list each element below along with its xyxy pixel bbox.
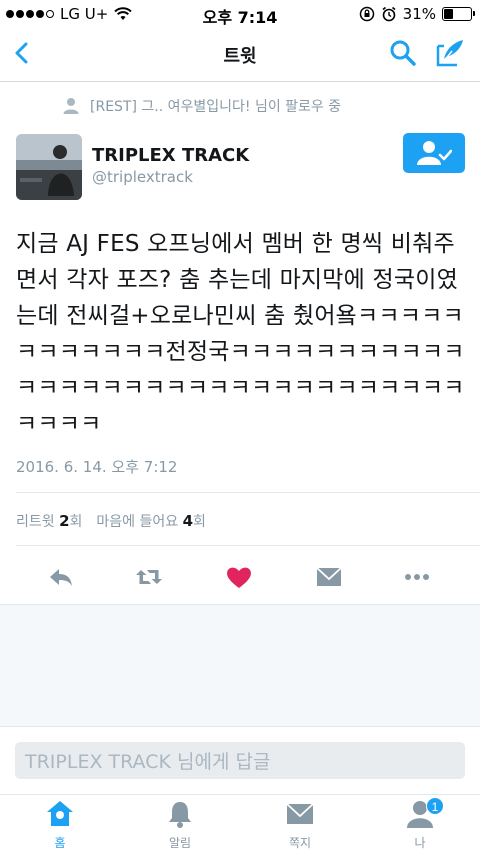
direct-message-icon[interactable] (314, 562, 344, 592)
status-right: 31% (359, 5, 475, 23)
reply-input[interactable]: TRIPLEX TRACK 님에게 답글 (15, 742, 465, 779)
home-icon (47, 801, 73, 826)
tab-home-label: 홈 (54, 836, 66, 850)
tab-notifications-label: 알림 (168, 836, 192, 850)
author-display-name[interactable]: TRIPLEX TRACK (92, 145, 249, 166)
avatar[interactable] (16, 134, 82, 200)
rotation-lock-icon (359, 6, 374, 22)
like-unit: 회 (193, 514, 206, 530)
tab-notifications[interactable]: 알림 (140, 799, 220, 851)
battery-fill (444, 9, 453, 19)
retweet-unit: 회 (69, 514, 83, 530)
empty-area (0, 604, 480, 726)
tweet-text: 지금 AJ FES 오프닝에서 멤버 한 명씩 비춰주면서 각자 포즈? 춤 추… (16, 231, 465, 437)
tweet-timestamp: 2016. 6. 14. 오후 7:12 (16, 458, 178, 476)
search-icon[interactable] (388, 38, 418, 68)
social-context-text: [REST] 그.. 여우별입니다! 님이 팔로우 중 (90, 99, 342, 115)
like-count: 4 (182, 512, 194, 530)
tab-me-label: 나 (414, 836, 426, 850)
tweet-actions (0, 558, 480, 598)
tab-messages-label: 쪽지 (288, 836, 312, 850)
following-button[interactable] (403, 133, 465, 173)
following-person-check-icon (417, 141, 452, 165)
reply-bar: TRIPLEX TRACK 님에게 답글 (0, 726, 480, 794)
tab-me[interactable]: 1 나 (380, 797, 460, 851)
alarm-icon (382, 6, 396, 22)
retweet-count: 2 (59, 512, 70, 530)
tab-bar: 홈 알림 쪽지 1 나 (0, 794, 480, 854)
status-bar: LG U+ 오후 7:14 31% (0, 0, 480, 28)
social-context: [REST] 그.. 여우별입니다! 님이 팔로우 중 (62, 96, 470, 116)
like-label: 마음에 들어요 (96, 514, 179, 530)
nav-bar: 트윗 (0, 28, 480, 82)
divider (16, 545, 480, 546)
battery-percent: 31% (402, 5, 436, 23)
tab-home[interactable]: 홈 (20, 799, 100, 851)
compose-icon[interactable] (434, 37, 466, 69)
author-screen-name[interactable]: @triplextrack (92, 168, 193, 186)
retweet-icon[interactable] (134, 562, 164, 592)
retweet-stat[interactable]: 리트윗 2회 (16, 511, 82, 531)
battery-icon (442, 7, 475, 21)
reply-icon[interactable] (46, 562, 76, 592)
bell-icon (169, 802, 191, 828)
more-icon[interactable] (402, 562, 432, 592)
notification-badge: 1 (426, 797, 444, 815)
tweet-stats: 리트윗 2회 마음에 들어요 4회 (16, 511, 206, 531)
person-icon (63, 98, 79, 114)
retweet-label: 리트윗 (16, 514, 55, 530)
tab-messages[interactable]: 쪽지 (260, 799, 340, 851)
avatar-photo (16, 134, 82, 200)
envelope-icon (286, 803, 314, 824)
like-stat[interactable]: 마음에 들어요 4회 (96, 511, 206, 531)
heart-icon[interactable] (224, 562, 254, 592)
divider (16, 492, 480, 493)
